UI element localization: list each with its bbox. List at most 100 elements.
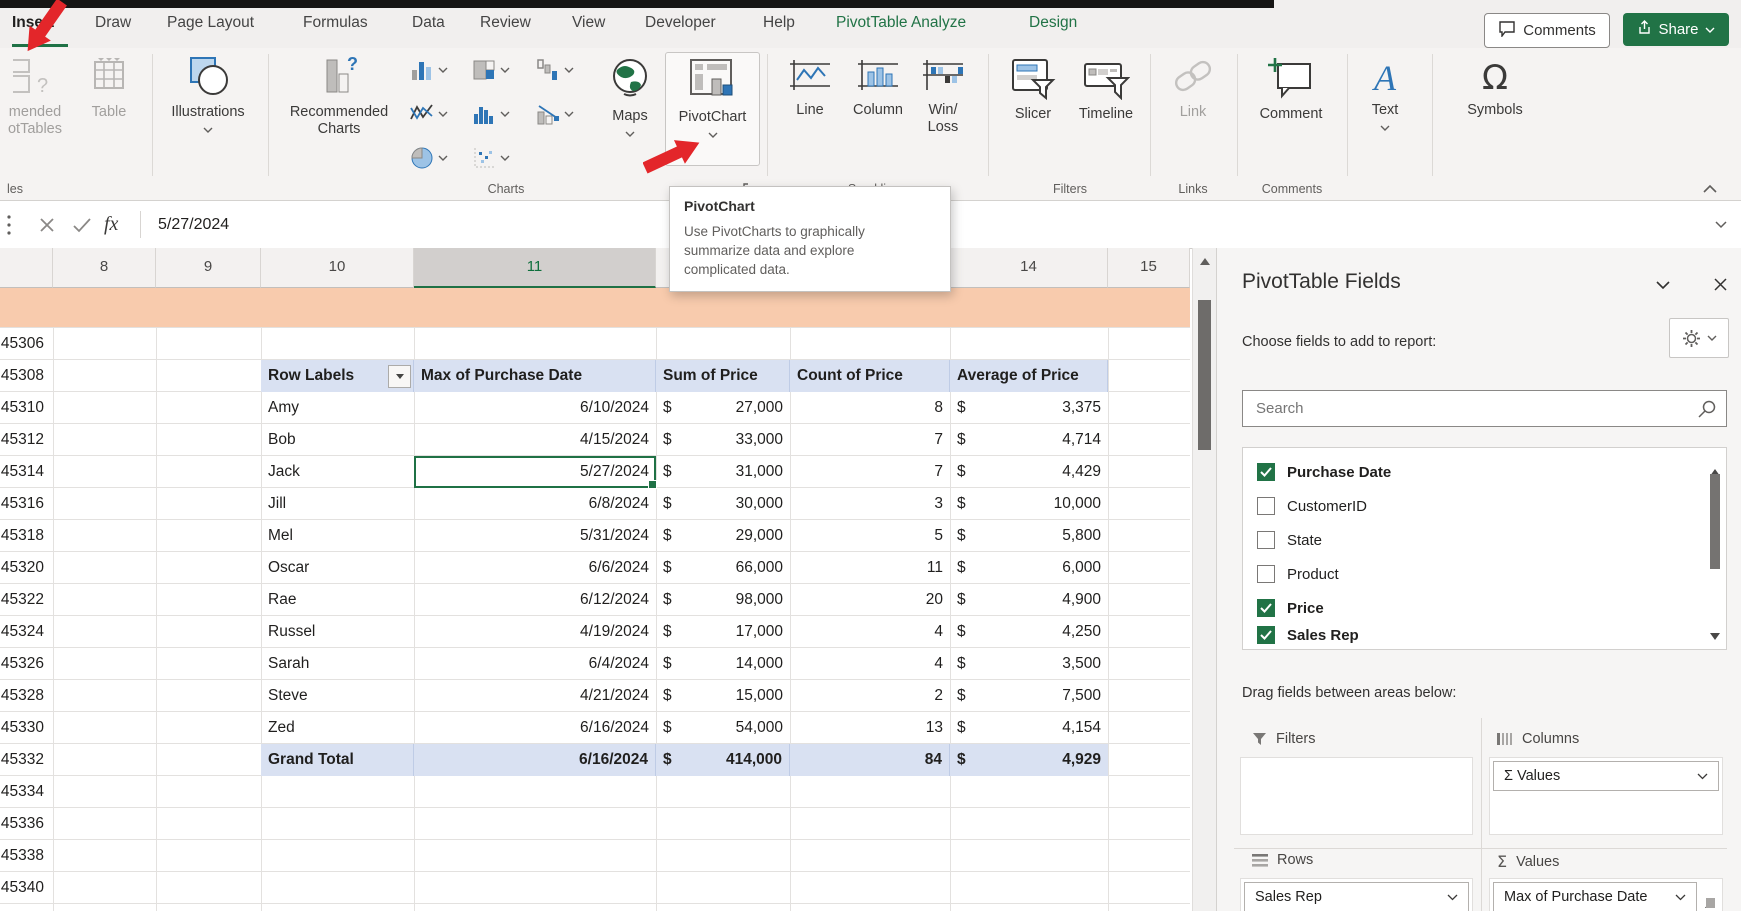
pivot-cell[interactable]: Amy bbox=[261, 392, 414, 424]
text-button[interactable]: A Text bbox=[1355, 52, 1415, 135]
rows-pill-sales-rep[interactable]: Sales Rep bbox=[1244, 882, 1469, 911]
pivot-cell[interactable]: $4,250 bbox=[950, 616, 1108, 648]
tab-view[interactable]: View bbox=[572, 14, 605, 32]
pivot-cell[interactable]: $66,000 bbox=[656, 552, 790, 584]
new-comment-button[interactable]: Comment bbox=[1248, 52, 1334, 123]
tab-page-layout[interactable]: Page Layout bbox=[167, 14, 254, 32]
column-header-11-selected[interactable]: 11 bbox=[414, 248, 656, 288]
pivot-cell[interactable]: $33,000 bbox=[656, 424, 790, 456]
pivot-cell[interactable]: 8 bbox=[790, 392, 950, 424]
cancel-entry-icon[interactable] bbox=[38, 201, 56, 248]
tab-pivottable-analyze[interactable]: PivotTable Analyze bbox=[836, 14, 966, 32]
selected-cell-outline[interactable] bbox=[414, 456, 656, 488]
checkbox-unchecked-icon[interactable] bbox=[1257, 497, 1275, 515]
pivot-cell[interactable]: 4 bbox=[790, 648, 950, 680]
scroll-down-icon[interactable] bbox=[1710, 627, 1720, 645]
pivot-cell[interactable]: Oscar bbox=[261, 552, 414, 584]
cell-left-value[interactable]: 45306 bbox=[0, 328, 46, 360]
field-list-scrollbar[interactable] bbox=[1707, 450, 1723, 647]
pivot-cell[interactable]: $5,800 bbox=[950, 520, 1108, 552]
pivot-cell[interactable]: 4 bbox=[790, 616, 950, 648]
pivot-cell[interactable]: Jack bbox=[261, 456, 414, 488]
pivot-cell[interactable]: $31,000 bbox=[656, 456, 790, 488]
insert-combo-chart-button[interactable] bbox=[536, 102, 574, 126]
cell-left-value[interactable]: 45330 bbox=[0, 712, 46, 744]
pivot-cell[interactable]: $54,000 bbox=[656, 712, 790, 744]
slicer-button[interactable]: Slicer bbox=[1000, 52, 1066, 123]
cell-left-value[interactable]: 45310 bbox=[0, 392, 46, 424]
cell-left-value[interactable]: 45340 bbox=[0, 872, 46, 904]
checkbox-unchecked-icon[interactable] bbox=[1257, 565, 1275, 583]
pivot-cell[interactable]: 4/15/2024 bbox=[414, 424, 656, 456]
field-item-purchase-date[interactable]: Purchase Date bbox=[1257, 461, 1391, 483]
pivot-cell[interactable]: 5/31/2024 bbox=[414, 520, 656, 552]
pivot-cell[interactable]: $4,929 bbox=[950, 744, 1108, 776]
pivot-cell[interactable]: $29,000 bbox=[656, 520, 790, 552]
filters-drop-area[interactable] bbox=[1240, 757, 1473, 835]
timeline-button[interactable]: Timeline bbox=[1072, 52, 1140, 123]
cell-left-value[interactable]: 45334 bbox=[0, 776, 46, 808]
field-item-state[interactable]: State bbox=[1257, 529, 1322, 551]
pivot-cell[interactable]: 4/21/2024 bbox=[414, 680, 656, 712]
insert-scatter-chart-button[interactable] bbox=[472, 146, 510, 170]
pivot-cell[interactable]: 13 bbox=[790, 712, 950, 744]
pivot-cell[interactable]: $4,900 bbox=[950, 584, 1108, 616]
search-input[interactable] bbox=[1254, 391, 1698, 426]
pivot-cell[interactable]: $98,000 bbox=[656, 584, 790, 616]
grid-vertical-scrollbar[interactable] bbox=[1192, 248, 1216, 911]
values-scrollbar-thumb[interactable] bbox=[1706, 898, 1715, 908]
pivot-cell[interactable]: $10,000 bbox=[950, 488, 1108, 520]
scroll-up-button[interactable] bbox=[1193, 248, 1216, 274]
expand-formula-bar-chevron-icon[interactable] bbox=[1714, 220, 1728, 229]
pivot-header-cell[interactable]: Count of Price bbox=[790, 360, 950, 392]
column-header-14[interactable]: 14 bbox=[950, 248, 1108, 288]
insert-line-chart-button[interactable] bbox=[410, 102, 448, 126]
tab-design[interactable]: Design bbox=[1029, 14, 1077, 32]
pivot-cell[interactable]: Steve bbox=[261, 680, 414, 712]
sparkline-column-button[interactable]: Column bbox=[848, 52, 908, 119]
comments-button[interactable]: Comments bbox=[1484, 13, 1610, 48]
pivot-cell[interactable]: Bob bbox=[261, 424, 414, 456]
grid-scrollbar-thumb[interactable] bbox=[1198, 300, 1211, 450]
checkbox-checked-icon[interactable] bbox=[1257, 599, 1275, 617]
share-button[interactable]: Share bbox=[1623, 13, 1729, 46]
pivot-cell[interactable]: 84 bbox=[790, 744, 950, 776]
table-button[interactable]: Table bbox=[78, 52, 140, 121]
cell-left-value[interactable]: 45338 bbox=[0, 840, 46, 872]
tab-draw[interactable]: Draw bbox=[95, 14, 131, 32]
cell-left-value[interactable]: 45332 bbox=[0, 744, 46, 776]
pivot-cell[interactable]: $15,000 bbox=[656, 680, 790, 712]
pivot-cell[interactable]: Rae bbox=[261, 584, 414, 616]
checkbox-checked-icon[interactable] bbox=[1257, 626, 1275, 644]
row-labels-filter-button[interactable] bbox=[388, 365, 411, 388]
cell-left-value[interactable]: 45322 bbox=[0, 584, 46, 616]
pivot-cell[interactable]: $414,000 bbox=[656, 744, 790, 776]
pivot-cell[interactable]: 7 bbox=[790, 424, 950, 456]
column-header[interactable] bbox=[0, 248, 53, 288]
cell-left-value[interactable]: 45320 bbox=[0, 552, 46, 584]
tab-review[interactable]: Review bbox=[480, 14, 531, 32]
field-list-scrollbar-thumb[interactable] bbox=[1710, 474, 1720, 569]
link-button[interactable]: Link bbox=[1160, 52, 1226, 121]
cell-left-value[interactable]: 45326 bbox=[0, 648, 46, 680]
confirm-entry-icon[interactable] bbox=[72, 201, 92, 248]
pivot-header-cell[interactable]: Average of Price bbox=[950, 360, 1108, 392]
panel-collapse-chevron-icon[interactable] bbox=[1655, 280, 1671, 290]
maps-button[interactable]: Maps bbox=[600, 52, 660, 141]
pivot-cell[interactable]: $4,154 bbox=[950, 712, 1108, 744]
insert-hierarchy-chart-button[interactable] bbox=[472, 58, 510, 82]
recommended-pivottables-button[interactable]: ? mended otTables bbox=[0, 52, 70, 138]
pivot-cell[interactable]: 6/16/2024 bbox=[414, 744, 656, 776]
tab-formulas[interactable]: Formulas bbox=[303, 14, 368, 32]
cell-left-value[interactable]: 45308 bbox=[0, 360, 46, 392]
pivot-cell[interactable]: $3,500 bbox=[950, 648, 1108, 680]
source-header-row-orange[interactable] bbox=[0, 288, 1190, 328]
pivot-cell[interactable]: $4,714 bbox=[950, 424, 1108, 456]
column-header-15[interactable]: 15 bbox=[1108, 248, 1190, 288]
tab-data[interactable]: Data bbox=[412, 14, 445, 32]
pivot-cell[interactable]: Sarah bbox=[261, 648, 414, 680]
field-item-sales-rep[interactable]: Sales Rep bbox=[1257, 624, 1359, 646]
insert-column-chart-button[interactable] bbox=[410, 58, 448, 82]
symbols-button[interactable]: Ω Symbols bbox=[1455, 52, 1535, 119]
pivot-cell[interactable]: Mel bbox=[261, 520, 414, 552]
